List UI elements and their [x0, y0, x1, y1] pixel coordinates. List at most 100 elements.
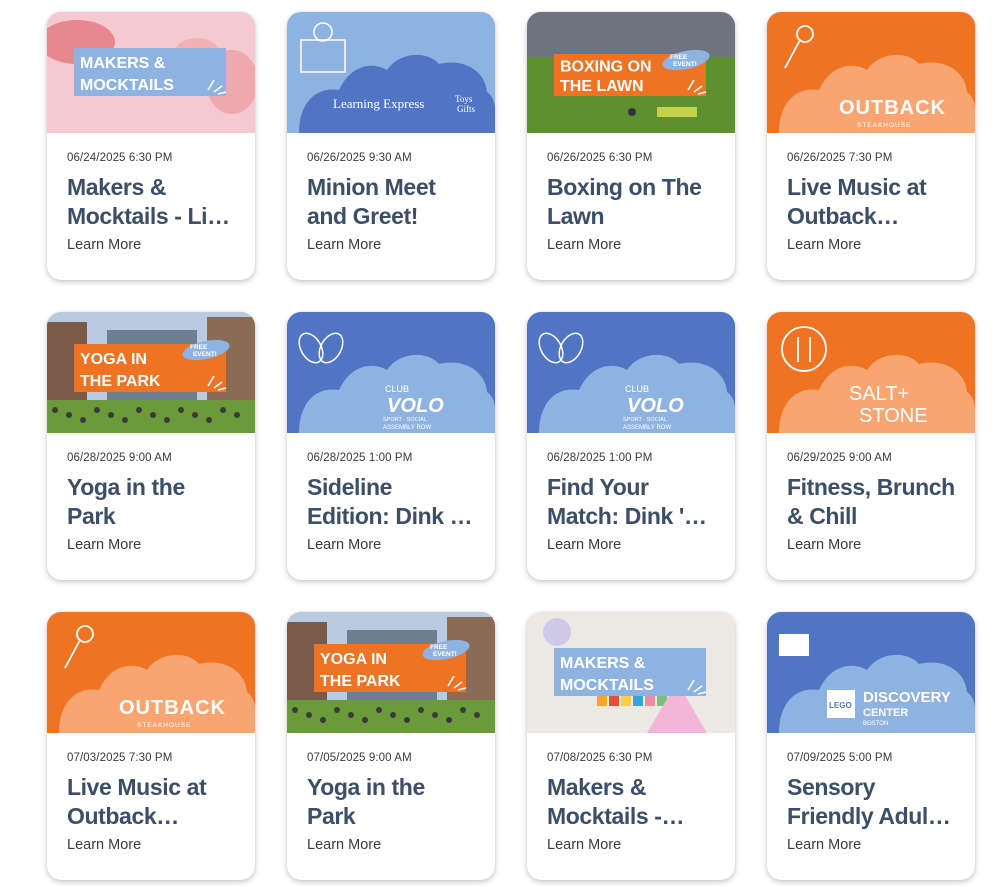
learn-more-link[interactable]: Learn More: [547, 237, 621, 253]
event-date: 07/03/2025 7:30 PM: [67, 752, 173, 764]
person: [136, 407, 142, 413]
event-title[interactable]: Live Music at Outback…: [787, 173, 959, 231]
learn-more-link[interactable]: Learn More: [67, 237, 141, 253]
event-card[interactable]: MAKERS & MOCKTAILS 07/08/2025 6:30 PM Maker…: [527, 612, 735, 880]
banner-line-1: YOGA IN: [320, 651, 387, 668]
brand-logo-text: SPORT · SOCIAL: [383, 417, 427, 423]
event-card[interactable]: YOGA IN THE PARK FREE EVENT! 06/28/2025 9:00…: [47, 312, 255, 580]
event-title-line[interactable]: Live Music at: [787, 173, 959, 202]
event-title-line[interactable]: Find Your: [547, 473, 719, 502]
learn-more-link[interactable]: Learn More: [67, 837, 141, 853]
learn-more-link[interactable]: Learn More: [787, 237, 861, 253]
event-title-line[interactable]: Live Music at: [67, 773, 239, 802]
brand-logo-text: CENTER: [863, 707, 908, 719]
event-title-line[interactable]: Makers &: [547, 773, 719, 802]
event-title-line[interactable]: Park: [307, 802, 479, 831]
brand-logo-text: SALT+: [849, 383, 909, 405]
event-title[interactable]: Makers & Mocktails -…: [547, 773, 719, 831]
event-card[interactable]: Learning Express Toys Gifts 06/26/2025 9:30…: [287, 12, 495, 280]
learn-more-link[interactable]: Learn More: [67, 537, 141, 553]
event-title-line[interactable]: Park: [67, 502, 239, 531]
event-title-line[interactable]: Mocktails - Li…: [67, 202, 239, 231]
event-title[interactable]: Live Music at Outback…: [67, 773, 239, 831]
event-card[interactable]: MAKERS & MOCKTAILS 06/24/2025 6:30 PM Maker…: [47, 12, 255, 280]
learn-more-link[interactable]: Learn More: [787, 837, 861, 853]
event-image[interactable]: MAKERS & MOCKTAILS: [47, 12, 255, 133]
learn-more-link[interactable]: Learn More: [307, 837, 381, 853]
event-title-line[interactable]: Outback…: [787, 202, 959, 231]
event-image[interactable]: YOGA IN THE PARK FREE EVENT!: [47, 312, 255, 433]
event-image[interactable]: OUTBACK STEAKHOUSE: [767, 12, 975, 133]
event-title-line[interactable]: Outback…: [67, 802, 239, 831]
person: [320, 717, 326, 723]
event-title[interactable]: Makers & Mocktails - Li…: [67, 173, 239, 231]
event-title[interactable]: Fitness, Brunch & Chill: [787, 473, 959, 531]
event-title-line[interactable]: Boxing on The: [547, 173, 719, 202]
event-image[interactable]: SALT+ STONE: [767, 312, 975, 433]
event-image[interactable]: BOXING ON THE LAWN FREE EVENT!: [527, 12, 735, 133]
person: [206, 417, 212, 423]
event-title[interactable]: Yoga in the Park: [307, 773, 479, 831]
paint-swatch: [609, 696, 619, 706]
event-card[interactable]: CLUB VOLO SPORT · SOCIAL ASSEMBLY ROW 06/28/…: [527, 312, 735, 580]
event-title-line[interactable]: Minion Meet: [307, 173, 479, 202]
event-image[interactable]: LEGO DISCOVERY CENTER BOSTON: [767, 612, 975, 733]
event-title-line[interactable]: Match: Dink '…: [547, 502, 719, 531]
person: [474, 712, 480, 718]
event-title-line[interactable]: & Chill: [787, 502, 959, 531]
event-card[interactable]: BOXING ON THE LAWN FREE EVENT! 06/26/2025 6:…: [527, 12, 735, 280]
event-title-line[interactable]: Yoga in the: [307, 773, 479, 802]
event-image[interactable]: Learning Express Toys Gifts: [287, 12, 495, 133]
brand-logo-text: Gifts: [457, 104, 475, 114]
person: [390, 712, 396, 718]
brand-logo-text: SPORT · SOCIAL: [623, 417, 667, 423]
learn-more-link[interactable]: Learn More: [307, 537, 381, 553]
event-image[interactable]: MAKERS & MOCKTAILS: [527, 612, 735, 733]
event-card[interactable]: OUTBACK STEAKHOUSE 06/26/2025 7:30 PM Live …: [767, 12, 975, 280]
event-title-line[interactable]: Fitness, Brunch: [787, 473, 959, 502]
event-title-line[interactable]: Edition: Dink …: [307, 502, 479, 531]
event-title-line[interactable]: and Greet!: [307, 202, 479, 231]
person: [292, 707, 298, 713]
event-card[interactable]: SALT+ STONE 06/29/2025 9:00 AM Fitness, Bru…: [767, 312, 975, 580]
event-title[interactable]: Sensory Friendly Adul…: [787, 773, 959, 831]
event-card[interactable]: CLUB VOLO SPORT · SOCIAL ASSEMBLY ROW 06/28/…: [287, 312, 495, 580]
event-title[interactable]: Find Your Match: Dink '…: [547, 473, 719, 531]
event-card[interactable]: LEGO DISCOVERY CENTER BOSTON 07/09/2025 5:00…: [767, 612, 975, 880]
event-title-line[interactable]: Sideline: [307, 473, 479, 502]
event-title-line[interactable]: Lawn: [547, 202, 719, 231]
brand-logo-text: ASSEMBLY ROW: [383, 425, 431, 431]
event-title[interactable]: Boxing on The Lawn: [547, 173, 719, 231]
brand-logo-text: OUTBACK: [119, 697, 226, 719]
banner-line-2: THE PARK: [80, 373, 161, 390]
event-card[interactable]: OUTBACK STEAKHOUSE 07/03/2025 7:30 PM Live …: [47, 612, 255, 880]
learn-more-link[interactable]: Learn More: [787, 537, 861, 553]
brand-logo-text: CLUB: [625, 384, 649, 394]
person: [628, 108, 636, 116]
learn-more-link[interactable]: Learn More: [547, 537, 621, 553]
event-title-line[interactable]: Sensory: [787, 773, 959, 802]
event-image[interactable]: CLUB VOLO SPORT · SOCIAL ASSEMBLY ROW: [287, 312, 495, 433]
event-title[interactable]: Sideline Edition: Dink …: [307, 473, 479, 531]
event-title-line[interactable]: Makers &: [67, 173, 239, 202]
event-image[interactable]: CLUB VOLO SPORT · SOCIAL ASSEMBLY ROW: [527, 312, 735, 433]
brand-logo-text: Learning Express: [333, 96, 424, 111]
banner-line-1: MAKERS &: [80, 55, 166, 72]
person: [122, 417, 128, 423]
event-title-line[interactable]: Yoga in the: [67, 473, 239, 502]
learn-more-link[interactable]: Learn More: [307, 237, 381, 253]
event-title[interactable]: Yoga in the Park: [67, 473, 239, 531]
banner-line-2: MOCKTAILS: [560, 677, 654, 694]
event-title-line[interactable]: Friendly Adul…: [787, 802, 959, 831]
banner-line-2: THE PARK: [320, 673, 401, 690]
event-card[interactable]: YOGA IN THE PARK FREE EVENT! 07/05/2025 9:00…: [287, 612, 495, 880]
event-title[interactable]: Minion Meet and Greet!: [307, 173, 479, 231]
event-image[interactable]: YOGA IN THE PARK FREE EVENT!: [287, 612, 495, 733]
event-image[interactable]: OUTBACK STEAKHOUSE: [47, 612, 255, 733]
flower-shape: [543, 618, 571, 646]
learn-more-link[interactable]: Learn More: [547, 837, 621, 853]
person: [150, 412, 156, 418]
event-title-line[interactable]: Mocktails -…: [547, 802, 719, 831]
brand-logo-text: STONE: [859, 405, 928, 427]
brand-logo-text: BOSTON: [863, 721, 888, 727]
